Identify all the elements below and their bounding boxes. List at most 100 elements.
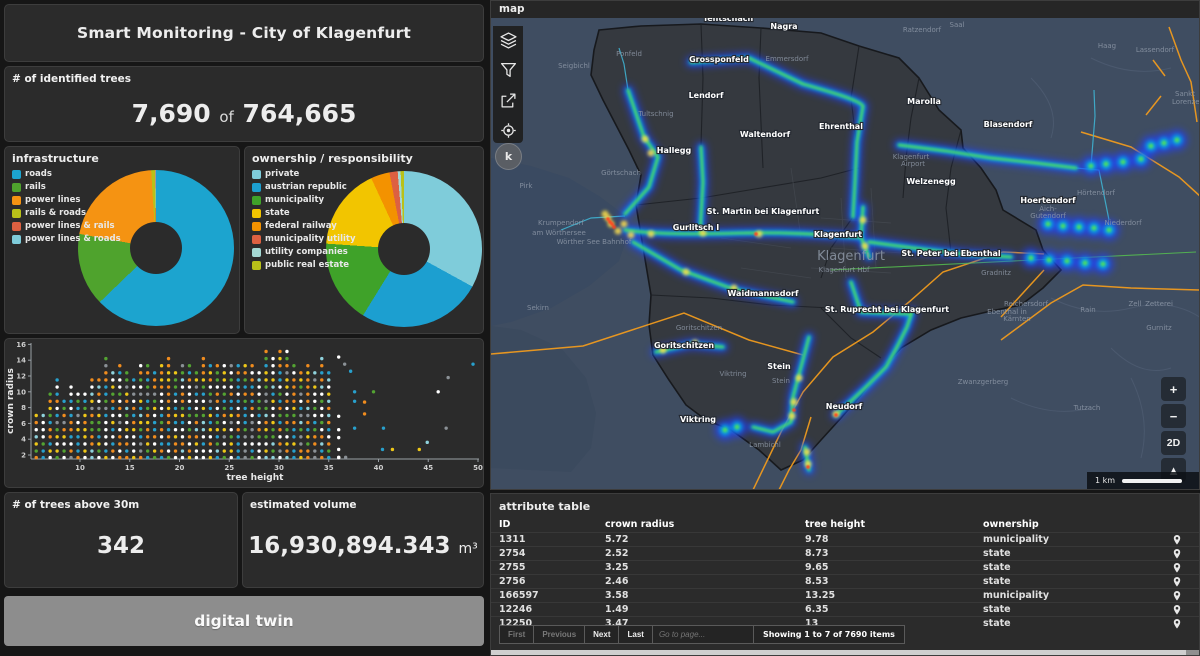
kepler-logo[interactable]: k (495, 143, 522, 170)
map-pin-icon[interactable] (1173, 534, 1181, 545)
table-cell: 2.52 (605, 548, 629, 559)
svg-text:Sekirn: Sekirn (527, 304, 549, 312)
map-scale-bar: 1 km (1087, 472, 1199, 489)
svg-text:14: 14 (16, 357, 26, 365)
scatter-chart-card: 10 15 20 25 30 35 40 45 50 2 4 6 8 10 12 14 16 tree heigh… (4, 338, 484, 488)
table-cell: state (983, 618, 1011, 629)
pagination-bar: First Previous Next Last Showing 1 to 7 … (499, 625, 905, 644)
table-row[interactable]: 166597 3.58 13.25 municipality (491, 588, 1199, 602)
of-word: of (219, 108, 234, 126)
svg-text:Emmersdorf: Emmersdorf (766, 55, 809, 63)
donut-hole (378, 223, 430, 275)
table-cell: 2755 (499, 562, 526, 573)
legend-swatch (252, 208, 261, 218)
infrastructure-legend: roads rails power lines rails & roads power … (12, 169, 121, 247)
legend-item: power lines (12, 195, 121, 205)
svg-text:12: 12 (16, 373, 26, 381)
zoom-out-button[interactable]: − (1161, 404, 1186, 428)
legend-swatch (12, 221, 21, 231)
filter-icon[interactable] (500, 62, 517, 79)
map-pin-icon[interactable] (1173, 548, 1181, 559)
map-pin-icon[interactable] (1173, 562, 1181, 573)
svg-text:Tultschnig: Tultschnig (637, 110, 673, 118)
table-cell: 13.25 (805, 590, 836, 601)
legend-swatch (252, 195, 261, 205)
table-cell: state (983, 562, 1011, 573)
legend-swatch (12, 195, 21, 205)
svg-text:Zwanzgerberg: Zwanzgerberg (958, 378, 1009, 386)
table-cell: 6.35 (805, 604, 829, 615)
svg-text:crown radius: crown radius (6, 368, 16, 434)
table-row[interactable]: 2756 2.46 8.53 state (491, 574, 1199, 588)
svg-text:Rain: Rain (1080, 306, 1095, 314)
first-page-button[interactable]: First (500, 626, 535, 643)
estimated-volume-card: estimated volume 16,930,894.343 m³ (242, 492, 484, 588)
map-pin-icon[interactable] (1173, 618, 1181, 629)
svg-text:Tutzach: Tutzach (1073, 404, 1101, 412)
table-cell: 8.53 (805, 576, 829, 587)
legend-swatch (12, 234, 21, 244)
estimated-volume-label: estimated volume (250, 499, 357, 511)
table-cell: municipality (983, 534, 1050, 545)
svg-text:Blasendorf: Blasendorf (984, 120, 1033, 129)
svg-text:Reichersdorf: Reichersdorf (1004, 300, 1049, 308)
legend-swatch (12, 182, 21, 192)
map-svg: Seigbichl Ponfeld Emmersdorf Ratzendorf Saal… (491, 18, 1199, 489)
svg-text:St. Martin bei Klagenfurt: St. Martin bei Klagenfurt (707, 207, 820, 216)
scale-bar-line (1122, 478, 1183, 483)
identified-trees-label: # of identified trees (12, 73, 131, 85)
legend-swatch (252, 260, 261, 270)
legend-item: federal railway (252, 221, 356, 231)
table-cell: 3.58 (605, 590, 629, 601)
svg-text:Stein: Stein (767, 362, 791, 371)
last-page-button[interactable]: Last (619, 626, 653, 643)
toggle-2d-button[interactable]: 2D (1161, 431, 1186, 455)
zoom-in-button[interactable]: + (1161, 377, 1186, 401)
attribute-table-header: ID crown radius tree height ownership (491, 517, 1199, 532)
svg-text:St. Peter bei Ebenthal: St. Peter bei Ebenthal (901, 249, 1001, 258)
goto-page-input[interactable] (652, 626, 754, 643)
identified-trees-card: # of identified trees 7,690 of 764,665 (4, 66, 484, 142)
table-row[interactable]: 12246 1.49 6.35 state (491, 602, 1199, 616)
identified-count: 7,690 (131, 99, 211, 128)
svg-text:Klagenfurt: Klagenfurt (814, 230, 862, 239)
table-cell: state (983, 576, 1011, 587)
legend-item: austrian republic (252, 182, 356, 192)
svg-text:St. Ruprecht bei Klagenfurt: St. Ruprecht bei Klagenfurt (825, 305, 949, 314)
map-panel: map Seigbichl Ponfeld Emmersdorf Ratzend… (490, 0, 1200, 490)
previous-page-button[interactable]: Previous (534, 626, 586, 643)
next-page-button[interactable]: Next (585, 626, 620, 643)
layers-icon[interactable] (499, 32, 517, 49)
map-pin-icon[interactable] (1173, 576, 1181, 587)
svg-text:Gradnitz: Gradnitz (981, 269, 1011, 277)
svg-text:Nagra: Nagra (770, 22, 797, 31)
attribute-table-body: 1311 5.72 9.78 municipality 2754 2.52 8.73 stat… (491, 532, 1199, 630)
legend-swatch (252, 169, 261, 179)
attribute-table-title: attribute table (499, 500, 591, 513)
svg-text:6: 6 (21, 420, 26, 428)
attribute-table-panel: attribute table ID crown radius tree heigh… (490, 493, 1200, 656)
digital-twin-button[interactable]: digital twin (4, 596, 484, 646)
share-icon[interactable] (500, 92, 517, 109)
locate-icon[interactable] (500, 122, 517, 139)
svg-text:10: 10 (75, 464, 85, 472)
map-pin-icon[interactable] (1173, 590, 1181, 601)
legend-item: municipality (252, 195, 356, 205)
legend-swatch (252, 182, 261, 192)
scrollbar-corner (1186, 650, 1199, 655)
table-cell: 9.78 (805, 534, 829, 545)
legend-item: rails (12, 182, 121, 192)
table-cell: 2756 (499, 576, 526, 587)
legend-swatch (252, 247, 261, 257)
horizontal-scrollbar[interactable] (491, 650, 1186, 655)
map-pin-icon[interactable] (1173, 604, 1181, 615)
svg-text:Hoertendorf: Hoertendorf (1020, 196, 1076, 205)
table-cell: 8.73 (805, 548, 829, 559)
table-row[interactable]: 2755 3.25 9.65 state (491, 560, 1199, 574)
map-canvas[interactable]: Seigbichl Ponfeld Emmersdorf Ratzendorf Saal… (491, 18, 1199, 489)
table-row[interactable]: 2754 2.52 8.73 state (491, 546, 1199, 560)
infrastructure-chart-title: infrastructure (12, 152, 99, 165)
table-row[interactable]: 1311 5.72 9.78 municipality (491, 532, 1199, 546)
svg-text:Welzenegg: Welzenegg (906, 177, 956, 186)
svg-text:Hallegg: Hallegg (657, 146, 692, 155)
